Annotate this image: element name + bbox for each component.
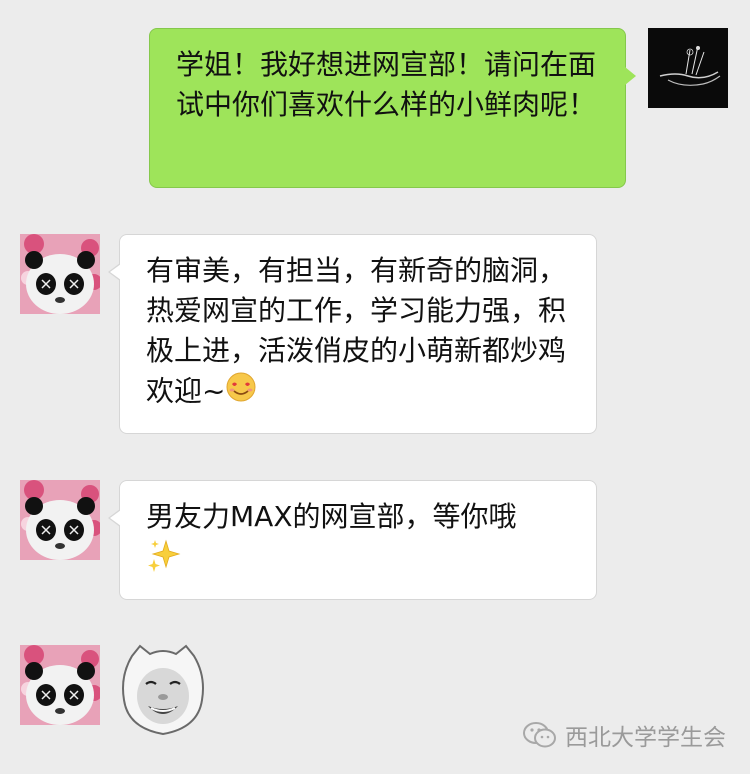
incoming-message-bubble[interactable]: 男友力MAX的网宣部，等你哦: [108, 480, 597, 600]
panda-avatar[interactable]: [20, 234, 100, 314]
incoming-message-bubble[interactable]: 有审美，有担当，有新奇的脑洞，热爱网宣的工作，学习能力强，积极上进，活泼俏皮的小…: [108, 234, 597, 434]
sparkles-emoji: [146, 537, 182, 584]
watermark-text: 西北大学学生会: [565, 725, 726, 751]
wechat-icon: [523, 722, 556, 748]
laughing-face-sticker-icon: [122, 644, 204, 736]
smiling-heart-eyes-emoji: [225, 371, 257, 414]
message-text: 男友力MAX的网宣部，等你哦: [146, 500, 517, 533]
hand-art-avatar-icon: [648, 28, 728, 108]
panda-avatar-icon: [20, 480, 100, 560]
panda-avatar[interactable]: [20, 645, 100, 725]
panda-avatar-icon: [20, 234, 100, 314]
laughing-face-sticker[interactable]: [118, 642, 208, 742]
watermark: 西北大学学生会: [523, 718, 726, 752]
panda-avatar-icon: [20, 645, 100, 725]
outgoing-message-bubble[interactable]: 学姐！我好想进网宣部！请问在面试中你们喜欢什么样的小鲜肉呢！: [149, 28, 636, 188]
self-avatar[interactable]: [648, 28, 728, 108]
message-text: 有审美，有担当，有新奇的脑洞，热爱网宣的工作，学习能力强，积极上进，活泼俏皮的小…: [146, 254, 567, 408]
panda-avatar[interactable]: [20, 480, 100, 560]
message-text: 学姐！我好想进网宣部！请问在面试中你们喜欢什么样的小鲜肉呢！: [176, 48, 597, 121]
